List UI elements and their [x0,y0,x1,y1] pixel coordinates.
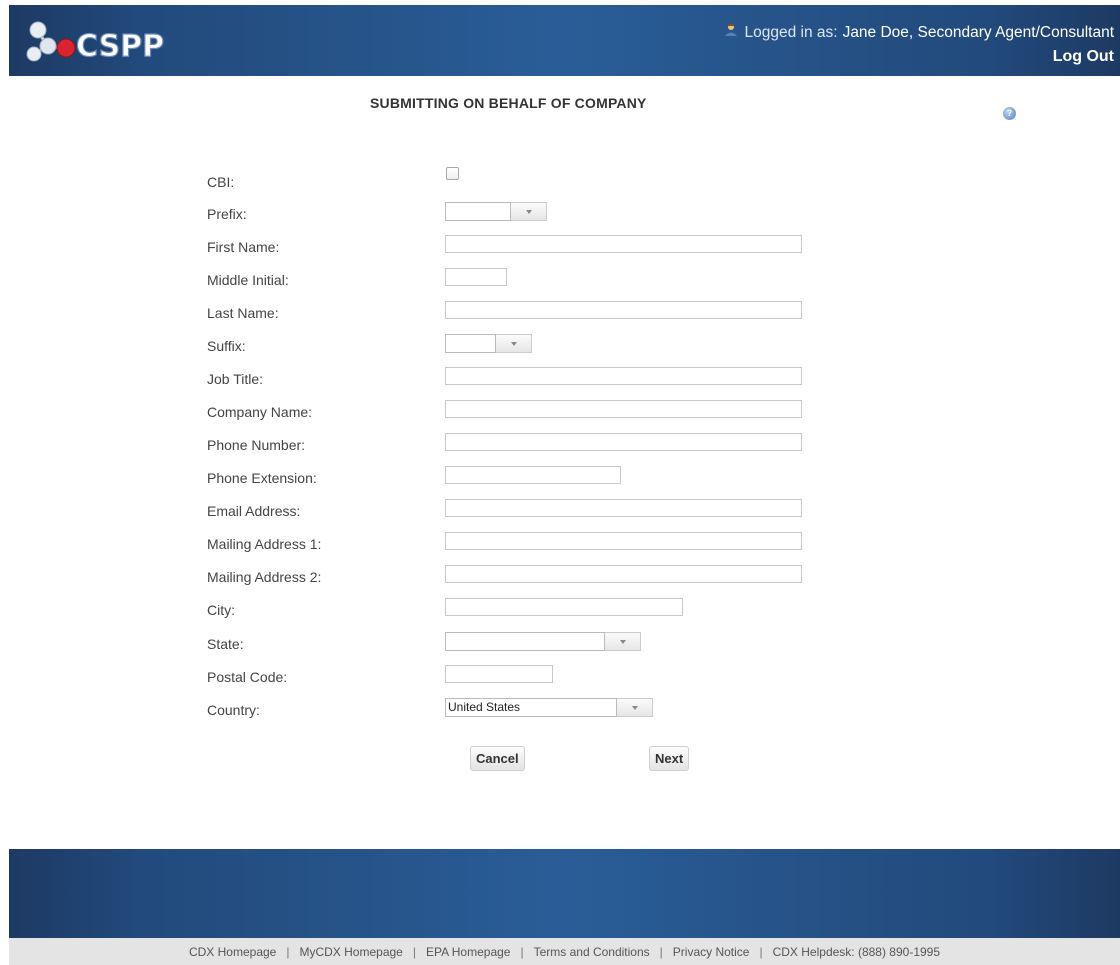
middle-initial-row: Middle Initial: [207,268,907,292]
footer-separator: | [659,944,663,959]
email-label: Email Address: [207,503,301,519]
email-row: Email Address: [207,499,907,523]
footer-link-mycdx-homepage[interactable]: MyCDX Homepage [299,945,402,959]
page-title: SUBMITTING ON BEHALF OF COMPANY [370,95,647,111]
mailing-address-1-input[interactable] [445,532,802,550]
prefix-label: Prefix: [207,206,247,222]
logged-in-prefix: Logged in as: [744,23,838,41]
footer-band [9,849,1120,938]
chevron-down-icon [526,210,532,214]
phone-extension-input[interactable] [445,466,621,484]
first-name-input[interactable] [445,235,802,253]
chevron-down-icon [620,640,626,644]
user-icon [723,23,739,42]
suffix-dropdown-button[interactable] [496,334,532,353]
cbi-row: CBI: [207,167,907,194]
phone-extension-row: Phone Extension: [207,466,907,490]
city-input[interactable] [445,598,683,616]
state-select[interactable] [445,632,641,651]
country-dropdown-button[interactable] [617,698,653,717]
state-select-value [445,632,605,651]
prefix-select-value [445,202,511,221]
footer-link-helpdesk[interactable]: CDX Helpdesk: (888) 890-1995 [773,945,940,959]
phone-number-row: Phone Number: [207,433,907,457]
state-row: State: [207,632,907,656]
suffix-select[interactable] [445,334,532,353]
company-name-input[interactable] [445,400,802,418]
cbi-label: CBI: [207,174,235,190]
country-select[interactable]: United States [445,698,653,717]
footer-link-cdx-homepage[interactable]: CDX Homepage [189,945,276,959]
logo-text: CSPP [76,29,164,64]
prefix-dropdown-button[interactable] [511,202,547,221]
header-bar: CSPP Logged in as: Jane Doe, Secondary A… [9,5,1120,76]
last-name-label: Last Name: [207,305,279,321]
city-label: City: [207,602,235,618]
logout-link[interactable]: Log Out [723,48,1114,66]
cancel-button[interactable]: Cancel [470,746,525,771]
footer-separator: | [286,944,290,959]
first-name-row: First Name: [207,235,907,259]
mailing-address-1-label: Mailing Address 1: [207,536,322,552]
state-label: State: [207,636,244,652]
mailing-address-1-row: Mailing Address 1: [207,532,907,556]
prefix-row: Prefix: [207,202,907,226]
last-name-input[interactable] [445,301,802,319]
mailing-address-2-input[interactable] [445,565,802,583]
job-title-row: Job Title: [207,367,907,391]
mailing-address-2-label: Mailing Address 2: [207,569,322,585]
mailing-address-2-row: Mailing Address 2: [207,565,907,589]
chevron-down-icon [511,342,517,346]
job-title-input[interactable] [445,367,802,385]
suffix-select-value [445,334,496,353]
footer-separator: | [412,944,416,959]
job-title-label: Job Title: [207,371,264,387]
footer-separator: | [520,944,524,959]
first-name-label: First Name: [207,239,280,255]
next-button[interactable]: Next [649,746,690,771]
cbi-checkbox[interactable] [446,167,459,180]
login-info: Logged in as: Jane Doe, Secondary Agent/… [723,23,1114,66]
state-dropdown-button[interactable] [605,632,641,651]
phone-number-input[interactable] [445,433,802,451]
middle-initial-label: Middle Initial: [207,272,289,288]
middle-initial-input[interactable] [445,268,507,286]
prefix-select[interactable] [445,202,547,221]
company-name-row: Company Name: [207,400,907,424]
help-icon[interactable]: ? [1003,107,1016,120]
footer-link-privacy[interactable]: Privacy Notice [673,945,750,959]
suffix-label: Suffix: [207,338,246,354]
country-row: Country: United States [207,698,907,722]
suffix-row: Suffix: [207,334,907,358]
cspp-logo[interactable]: CSPP [24,18,194,64]
footer-link-epa-homepage[interactable]: EPA Homepage [426,945,511,959]
footer-separator: | [759,944,763,959]
login-line: Logged in as: Jane Doe, Secondary Agent/… [723,23,1114,42]
country-label: Country: [207,702,260,718]
postal-code-label: Postal Code: [207,669,288,685]
user-name: Jane Doe, Secondary Agent/Consultant [842,23,1114,41]
phone-extension-label: Phone Extension: [207,470,317,486]
phone-number-label: Phone Number: [207,437,306,453]
footer-links: CDX Homepage | MyCDX Homepage | EPA Home… [9,938,1120,965]
last-name-row: Last Name: [207,301,907,325]
country-select-value: United States [445,698,617,717]
footer-link-terms[interactable]: Terms and Conditions [534,945,650,959]
email-input[interactable] [445,499,802,517]
city-row: City: [207,598,907,622]
postal-code-input[interactable] [445,665,553,683]
chevron-down-icon [632,706,638,710]
postal-code-row: Postal Code: [207,665,907,689]
company-name-label: Company Name: [207,404,313,420]
